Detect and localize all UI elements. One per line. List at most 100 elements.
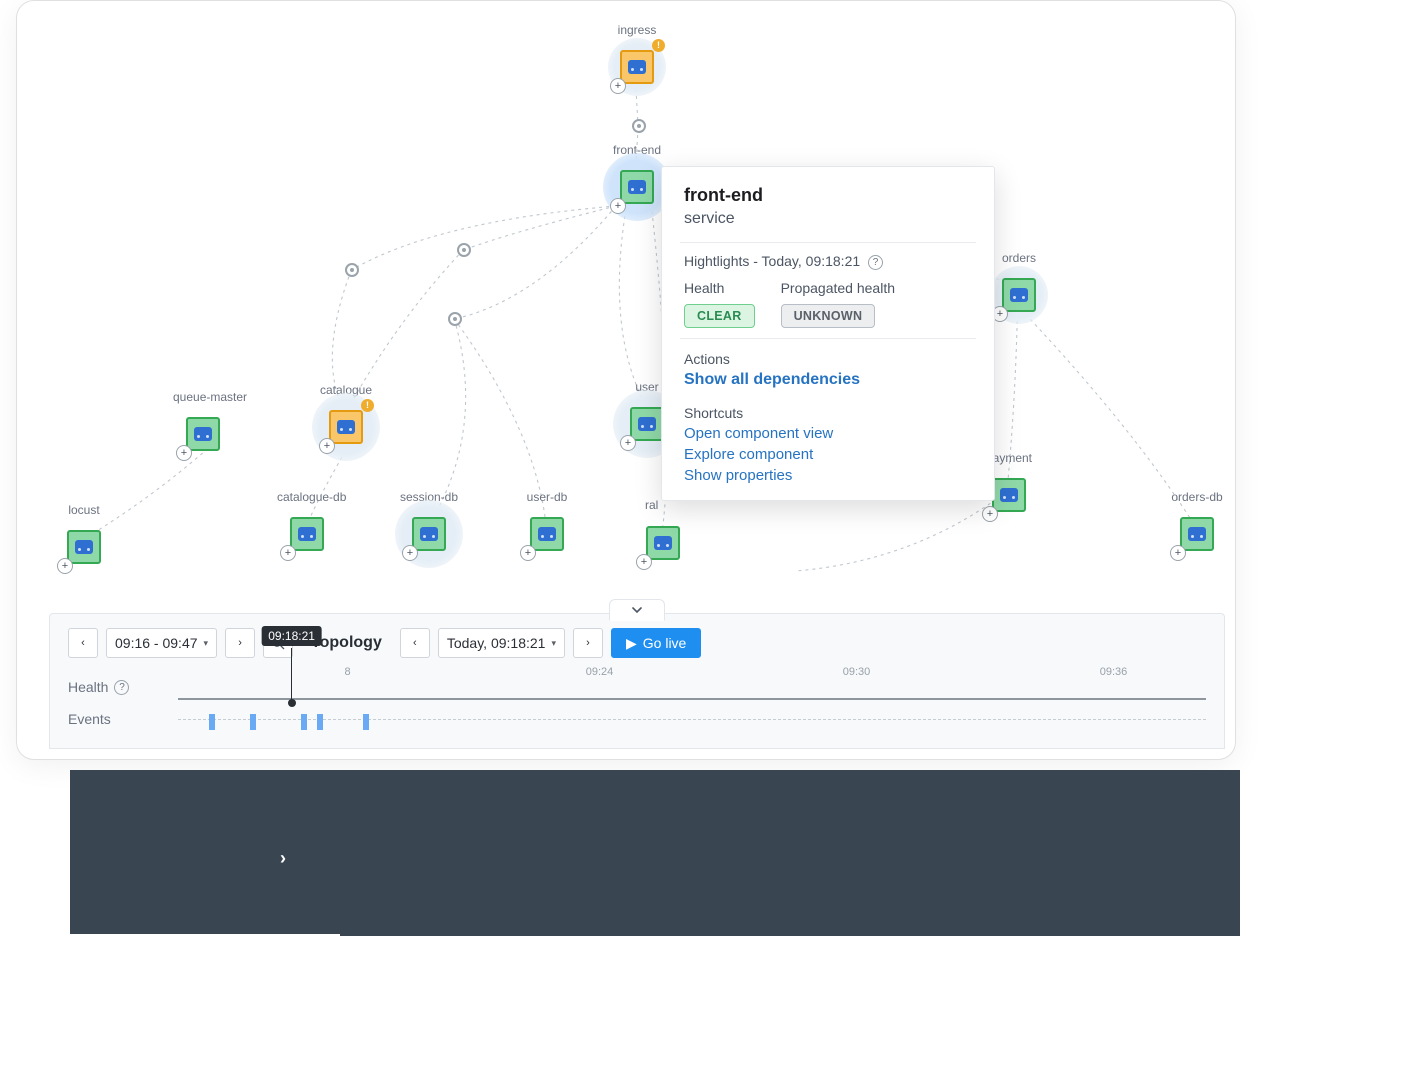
node-label-partial: ral: [645, 498, 658, 512]
popover-highlights-label: Hightlights - Today, 09:18:21 ?: [684, 253, 972, 270]
service-icon: [530, 517, 564, 551]
service-icon: [412, 517, 446, 551]
expand-icon[interactable]: +: [520, 545, 536, 561]
timeline-panel: ‹ 09:16 - 09:47▾ › Topology ‹ Today, 09:…: [49, 613, 1225, 749]
help-icon[interactable]: ?: [114, 680, 129, 695]
node-label: catalogue-db: [277, 490, 337, 504]
service-icon: [992, 478, 1026, 512]
topology-hub: [457, 243, 471, 257]
range-next-button[interactable]: ›: [225, 628, 255, 658]
service-icon: [329, 410, 363, 444]
popover-subtype: service: [684, 210, 972, 228]
node-ingress[interactable]: ingress + !: [607, 23, 667, 91]
expand-icon[interactable]: +: [610, 78, 626, 94]
warn-badge-icon: !: [361, 399, 374, 412]
node-session-db[interactable]: session-db +: [399, 490, 459, 558]
chevron-down-icon: ▾: [551, 638, 556, 649]
expand-icon[interactable]: +: [176, 445, 192, 461]
health-badge: CLEAR: [684, 304, 755, 328]
expand-icon[interactable]: +: [280, 545, 296, 561]
go-live-button[interactable]: ▶Go live: [611, 628, 701, 658]
actions-label: Actions: [684, 351, 972, 367]
event-marker[interactable]: [209, 714, 215, 730]
expand-icon[interactable]: +: [982, 506, 998, 522]
topology-hub: [448, 312, 462, 326]
node-orders[interactable]: orders +: [989, 251, 1049, 319]
expand-icon[interactable]: +: [319, 438, 335, 454]
node-label: locust: [54, 503, 114, 517]
playhead-label: 09:18:21: [261, 626, 322, 646]
chevron-left-icon: ‹: [81, 637, 85, 649]
expand-icon[interactable]: +: [57, 558, 73, 574]
topology-hub: [345, 263, 359, 277]
play-icon: ▶: [626, 635, 637, 652]
service-icon: [630, 407, 664, 441]
expand-icon[interactable]: +: [1170, 545, 1186, 561]
service-icon: [290, 517, 324, 551]
events-track[interactable]: [178, 706, 1206, 732]
node-popover: front-end service Hightlights - Today, 0…: [661, 166, 995, 501]
node-catalogue[interactable]: catalogue + !: [316, 383, 376, 451]
popover-title: front-end: [684, 185, 972, 206]
service-icon: [646, 526, 680, 560]
service-icon: [67, 530, 101, 564]
topology-hub: [632, 119, 646, 133]
node-queue-master[interactable]: queue-master +: [173, 390, 233, 458]
node-label: orders-db: [1167, 490, 1227, 504]
node-user-db[interactable]: user-db +: [517, 490, 577, 558]
node-front-end[interactable]: front-end +: [607, 143, 667, 211]
node-label: orders: [989, 251, 1049, 265]
chevron-right-icon: ›: [586, 637, 590, 649]
expand-icon[interactable]: +: [402, 545, 418, 561]
event-marker[interactable]: [250, 714, 256, 730]
open-component-link[interactable]: Open component view: [684, 425, 972, 442]
show-dependencies-link[interactable]: Show all dependencies: [684, 371, 972, 389]
range-prev-button[interactable]: ‹: [68, 628, 98, 658]
playhead[interactable]: 09:18:21: [291, 648, 292, 702]
service-icon: [1180, 517, 1214, 551]
expand-icon[interactable]: +: [620, 435, 636, 451]
warn-badge-icon: !: [652, 39, 665, 52]
time-range-select[interactable]: 09:16 - 09:47▾: [106, 628, 217, 658]
expand-icon[interactable]: +: [610, 198, 626, 214]
node-locust[interactable]: locust +: [54, 503, 114, 571]
chevron-left-icon: ‹: [413, 637, 417, 649]
health-row-label: Health?: [68, 679, 178, 695]
help-icon[interactable]: ?: [868, 255, 883, 270]
timeline[interactable]: 8 09:24 09:30 09:36 Health? 09:18:21 Eve…: [68, 670, 1206, 742]
expand-icon[interactable]: +: [636, 554, 652, 570]
event-marker[interactable]: [363, 714, 369, 730]
node-rabbitmq[interactable]: rabbitmq +: [633, 499, 693, 567]
timestamp-select[interactable]: Today, 09:18:21▾: [438, 628, 565, 658]
node-label: ingress: [607, 23, 667, 37]
chevron-down-icon: ▾: [204, 638, 209, 649]
timeline-controls: ‹ 09:16 - 09:47▾ › Topology ‹ Today, 09:…: [68, 624, 1206, 670]
time-prev-button[interactable]: ‹: [400, 628, 430, 658]
collapse-panel-button[interactable]: [609, 599, 665, 621]
health-track[interactable]: 09:18:21: [178, 674, 1206, 700]
prop-health-label: Propagated health: [781, 280, 895, 296]
service-icon: [620, 50, 654, 84]
events-row-label: Events: [68, 711, 178, 727]
shortcuts-label: Shortcuts: [684, 405, 972, 421]
topology-canvas[interactable]: ingress + ! front-end + catalogue + !: [17, 1, 1235, 581]
node-catalogue-db[interactable]: catalogue-db +: [277, 490, 337, 558]
event-marker[interactable]: [317, 714, 323, 730]
app-frame: ingress + ! front-end + catalogue + !: [16, 0, 1236, 760]
explore-component-link[interactable]: Explore component: [684, 446, 972, 463]
event-marker[interactable]: [301, 714, 307, 730]
health-label: Health: [684, 280, 755, 296]
show-properties-link[interactable]: Show properties: [684, 467, 972, 484]
prop-health-badge: UNKNOWN: [781, 304, 876, 328]
service-icon: [186, 417, 220, 451]
footer-input-panel: [340, 848, 1240, 936]
node-label: user-db: [517, 490, 577, 504]
chevron-right-icon: ›: [238, 637, 242, 649]
node-label: queue-master: [173, 390, 233, 404]
chevron-right-icon[interactable]: ›: [280, 848, 286, 869]
service-icon: [1002, 278, 1036, 312]
node-orders-db[interactable]: orders-db +: [1167, 490, 1227, 558]
time-next-button[interactable]: ›: [573, 628, 603, 658]
service-icon: [620, 170, 654, 204]
chevron-down-icon: [630, 603, 644, 617]
